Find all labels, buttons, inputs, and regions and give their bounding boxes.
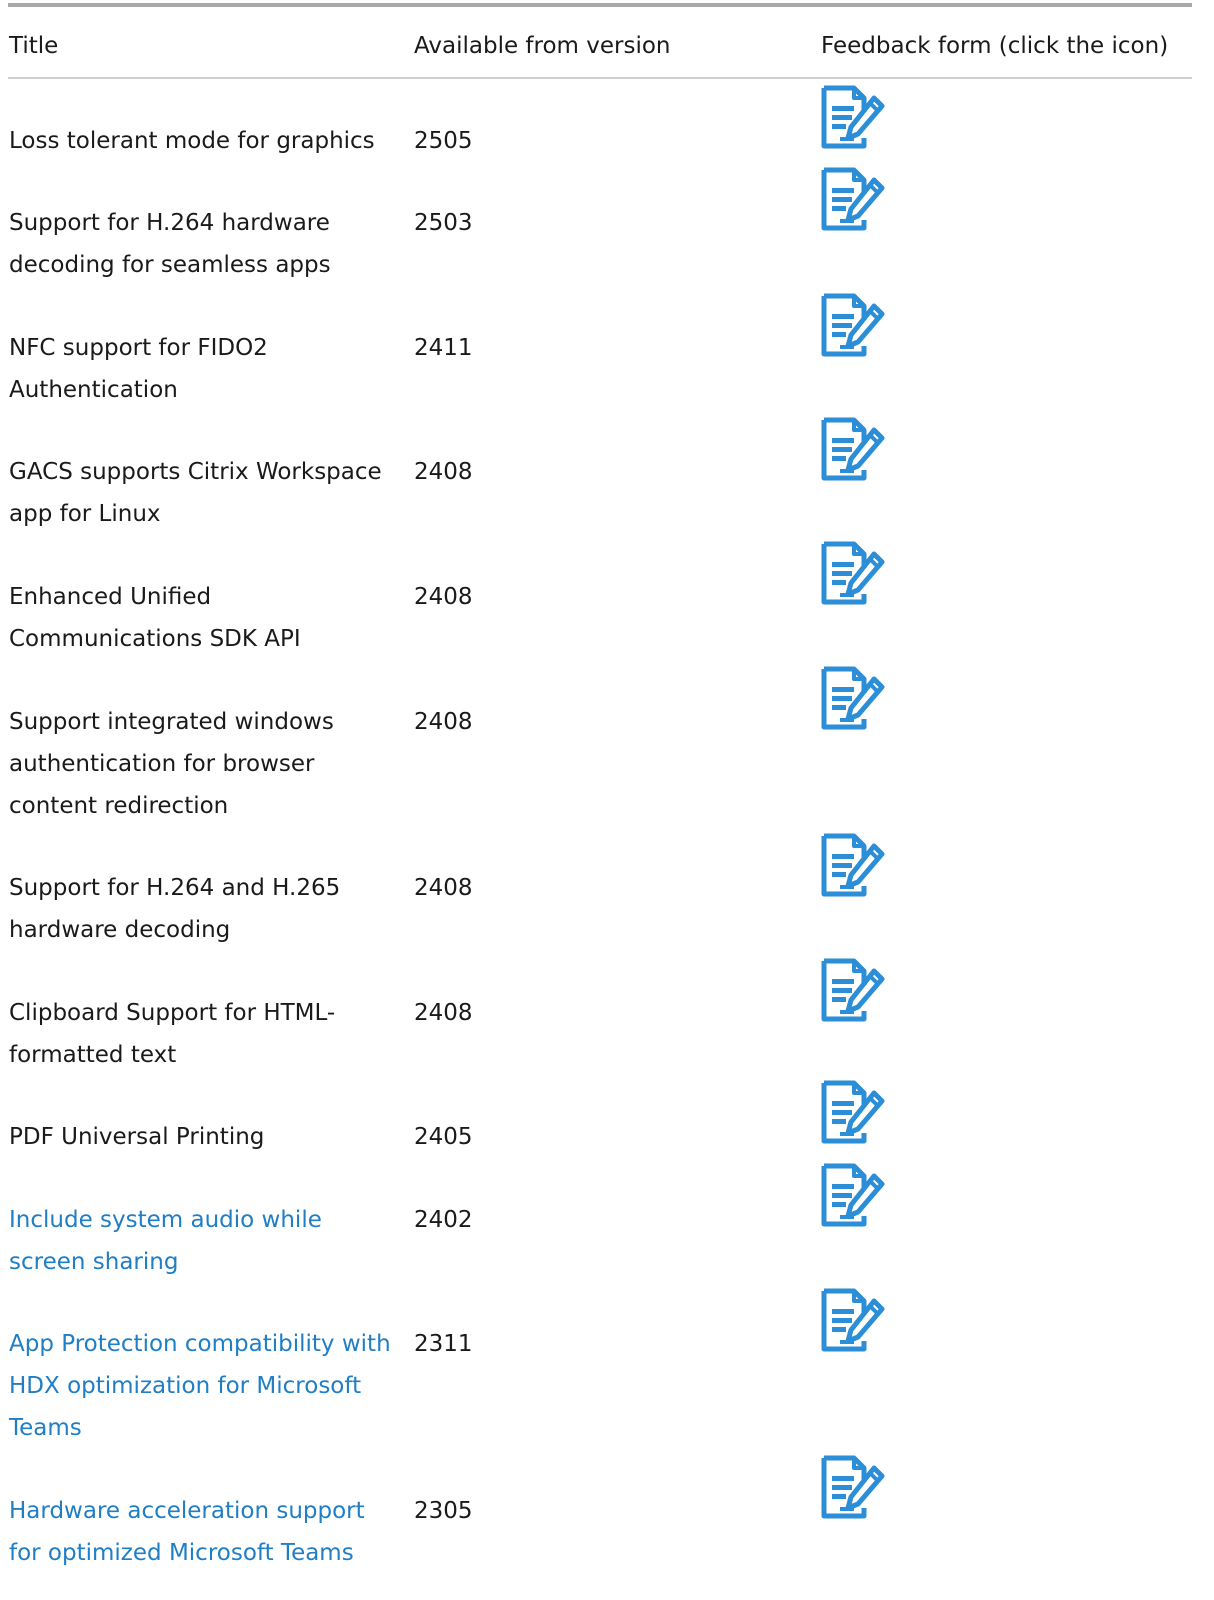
- column-header-version: Available from version: [414, 33, 671, 59]
- feature-version: 2408: [414, 584, 473, 610]
- feedback-form-icon[interactable]: [818, 538, 886, 610]
- feature-title: Support for H.264 hardware decoding for …: [9, 210, 331, 278]
- feedback-form-icon[interactable]: [818, 663, 886, 735]
- feedback-form-icon[interactable]: [818, 290, 886, 362]
- feature-version: 2405: [414, 1124, 473, 1150]
- column-header-title: Title: [9, 33, 59, 59]
- feature-title-link[interactable]: App Protection compatibility with HDX op…: [9, 1323, 394, 1449]
- feature-title: NFC support for FIDO2 Authentication: [9, 335, 268, 403]
- feature-title: Loss tolerant mode for graphics: [9, 128, 375, 154]
- table-header-row: Title Available from version Feedback fo…: [0, 30, 1214, 80]
- feature-title: Support for H.264 and H.265 hardware dec…: [9, 875, 341, 943]
- feature-title: Support integrated windows authenticatio…: [9, 709, 334, 819]
- column-header-feedback: Feedback form (click the icon): [821, 33, 1169, 59]
- feature-version: 2408: [414, 709, 473, 735]
- feature-title: Clipboard Support for HTML-formatted tex…: [9, 1000, 336, 1068]
- feedback-form-icon[interactable]: [818, 1160, 886, 1232]
- feature-version: 2402: [414, 1207, 473, 1233]
- feedback-form-icon[interactable]: [818, 1077, 886, 1149]
- feature-version: 2311: [414, 1331, 473, 1357]
- feedback-form-icon[interactable]: [818, 82, 886, 154]
- feedback-form-icon[interactable]: [818, 955, 886, 1027]
- feature-version: 2408: [414, 459, 473, 485]
- feature-title-link[interactable]: Hardware acceleration support for optimi…: [9, 1490, 394, 1574]
- feature-version: 2408: [414, 1000, 473, 1026]
- feature-title: Enhanced Unified Communications SDK API: [9, 584, 301, 652]
- feedback-form-icon[interactable]: [818, 1452, 886, 1524]
- feature-title-link[interactable]: Include system audio while screen sharin…: [9, 1199, 394, 1283]
- feedback-form-icon[interactable]: [818, 414, 886, 486]
- feedback-form-icon[interactable]: [818, 830, 886, 902]
- header-divider: [8, 77, 1192, 79]
- feature-version: 2305: [414, 1498, 473, 1524]
- feature-version: 2505: [414, 128, 473, 154]
- feature-title: PDF Universal Printing: [9, 1124, 265, 1150]
- feature-version: 2411: [414, 335, 473, 361]
- feature-version: 2503: [414, 210, 473, 236]
- feedback-form-icon[interactable]: [818, 164, 886, 236]
- feature-title: GACS supports Citrix Workspace app for L…: [9, 459, 382, 527]
- feedback-form-icon[interactable]: [818, 1285, 886, 1357]
- feature-version: 2408: [414, 875, 473, 901]
- table-top-border: [8, 3, 1192, 7]
